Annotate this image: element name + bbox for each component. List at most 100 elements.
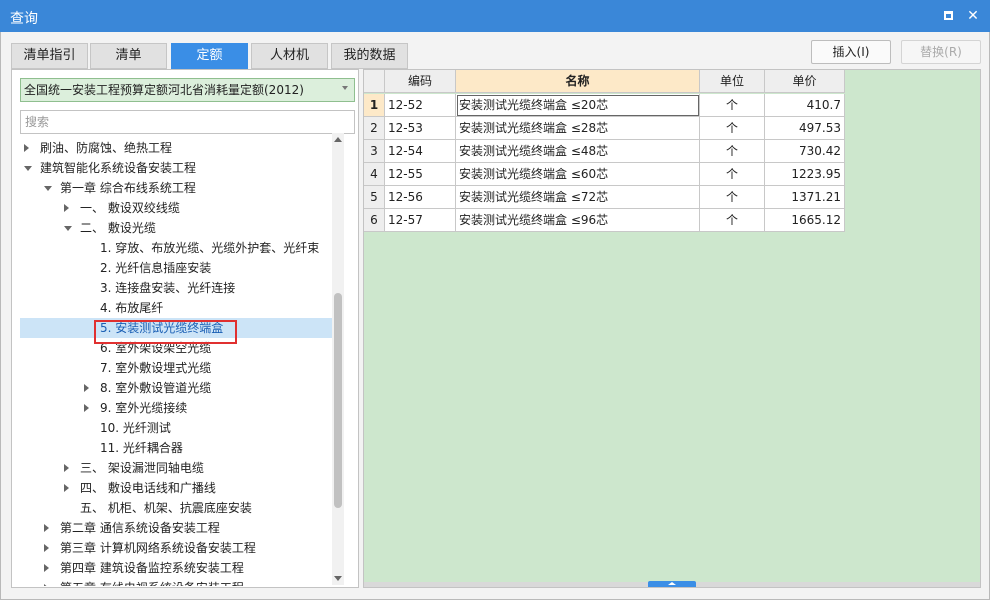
row-number[interactable]: 6 [364,209,385,232]
tree-node[interactable]: 一、 敷设双绞线缆 [20,198,342,218]
name-cell[interactable]: 安装测试光缆终端盒 ≤48芯 [456,140,700,163]
quota-tree: 刷油、防腐蚀、绝热工程建筑智能化系统设备安装工程 第一章 综合布线系统工程 一、 敷… [20,138,342,586]
search-input[interactable] [20,110,355,134]
unit-cell[interactable]: 个 [700,209,765,232]
unit-cell[interactable]: 个 [700,186,765,209]
name-cell[interactable]: 安装测试光缆终端盒 ≤28芯 [456,117,700,140]
code-cell[interactable]: 12-56 [385,186,456,209]
price-column-header[interactable]: 单价 [765,70,845,93]
unit-cell[interactable]: 个 [700,117,765,140]
name-cell[interactable]: 安装测试光缆终端盒 ≤72芯 [456,186,700,209]
row-number[interactable]: 4 [364,163,385,186]
tree-node[interactable]: 10. 光纤测试 [20,418,342,438]
collapsed-arrow-icon[interactable] [44,544,49,552]
name-cell[interactable]: 安装测试光缆终端盒 ≤96芯 [456,209,700,232]
unit-cell[interactable]: 个 [700,163,765,186]
price-cell[interactable]: 730.42 [765,140,845,163]
expanded-arrow-icon[interactable] [44,186,52,191]
tab-my-data[interactable]: 我的数据 [331,43,408,69]
tree-node[interactable]: 第二章 通信系统设备安装工程 [20,518,342,538]
tree-node[interactable]: 2. 光纤信息插座安装 [20,258,342,278]
price-cell[interactable]: 410.7 [765,94,845,117]
collapsed-arrow-icon[interactable] [44,584,49,586]
tab-bill-guide[interactable]: 清单指引 [11,43,88,69]
price-cell[interactable]: 497.53 [765,117,845,140]
insert-button[interactable]: 插入(I) [811,40,891,64]
tree-node-label: 2. 光纤信息插座安装 [100,261,212,275]
unit-column-header[interactable]: 单位 [700,70,765,93]
tree-node[interactable]: 二、 敷设光缆 [20,218,342,238]
code-cell[interactable]: 12-57 [385,209,456,232]
collapsed-arrow-icon[interactable] [44,524,49,532]
tree-node[interactable]: 7. 室外敷设埋式光缆 [20,358,342,378]
panel-splitter[interactable] [648,581,696,587]
code-column-header[interactable]: 编码 [385,70,456,93]
code-cell[interactable]: 12-54 [385,140,456,163]
tab-quota[interactable]: 定额 [171,43,248,69]
tree-node[interactable]: 刷油、防腐蚀、绝热工程 [20,138,342,158]
tree-node[interactable]: 第四章 建筑设备监控系统安装工程 [20,558,342,578]
collapsed-arrow-icon[interactable] [24,144,29,152]
tab-labor-material[interactable]: 人材机 [251,43,328,69]
code-cell[interactable]: 12-52 [385,94,456,117]
tab-bill[interactable]: 清单 [90,43,167,69]
library-select[interactable]: 全国统一安装工程预算定额河北省消耗量定额(2012) [20,78,355,102]
expanded-arrow-icon[interactable] [24,166,32,171]
tree-node[interactable]: 1. 穿放、布放光缆、光缆外护套、光纤束 [20,238,342,258]
tree-node[interactable]: 第五章 有线电视系统设备安装工程 [20,578,342,586]
tree-node[interactable]: 11. 光纤耦合器 [20,438,342,458]
collapsed-arrow-icon[interactable] [64,464,69,472]
tree-node-label: 7. 室外敷设埋式光缆 [100,361,212,375]
tree-node-label: 8. 室外敷设管道光缆 [100,381,212,395]
collapsed-arrow-icon[interactable] [44,564,49,572]
price-cell[interactable]: 1665.12 [765,209,845,232]
code-cell[interactable]: 12-55 [385,163,456,186]
tree-node[interactable]: 3. 连接盘安装、光纤连接 [20,278,342,298]
tree-node-label: 5. 安装测试光缆终端盒 [100,321,224,335]
tree-node[interactable]: 8. 室外敷设管道光缆 [20,378,342,398]
row-number[interactable]: 5 [364,186,385,209]
tree-node[interactable]: 五、 机柜、机架、抗震底座安装 [20,498,342,518]
tree-node[interactable]: 第一章 综合布线系统工程 [20,178,342,198]
unit-cell[interactable]: 个 [700,140,765,163]
tree-node[interactable]: 三、 架设漏泄同轴电缆 [20,458,342,478]
grid-corner[interactable] [364,70,385,93]
scroll-up-icon[interactable] [334,137,342,142]
tree-node-label: 刷油、防腐蚀、绝热工程 [40,141,173,155]
row-number[interactable]: 1 [364,94,385,117]
tree-panel: 全国统一安装工程预算定额河北省消耗量定额(2012) 刷油、防腐蚀、绝热工程建筑… [11,69,359,588]
tree-node-label: 6. 室外架设架空光缆 [100,341,212,355]
name-cell[interactable]: 安装测试光缆终端盒 ≤60芯 [456,163,700,186]
code-cell[interactable]: 12-53 [385,117,456,140]
row-number[interactable]: 3 [364,140,385,163]
title-bar: 查询 ✕ [0,0,990,32]
tree-node[interactable]: 建筑智能化系统设备安装工程 [20,158,342,178]
scroll-down-icon[interactable] [334,576,342,581]
price-cell[interactable]: 1223.95 [765,163,845,186]
tree-node[interactable]: 9. 室外光缆接续 [20,398,342,418]
close-icon[interactable]: ✕ [965,8,981,24]
tree-node-label: 11. 光纤耦合器 [100,441,183,455]
collapsed-arrow-icon[interactable] [64,204,69,212]
tree-node[interactable]: 4. 布放尾纤 [20,298,342,318]
tree-node[interactable]: 四、 敷设电话线和广播线 [20,478,342,498]
scrollbar-thumb[interactable] [334,293,342,508]
chevron-down-icon [342,86,348,90]
price-cell[interactable]: 1371.21 [765,186,845,209]
tree-node[interactable]: 5. 安装测试光缆终端盒 [20,318,342,338]
collapsed-arrow-icon[interactable] [64,484,69,492]
name-column-header[interactable]: 名称 [456,70,700,93]
collapsed-arrow-icon[interactable] [84,384,89,392]
window-title: 查询 [10,11,38,27]
row-number[interactable]: 2 [364,117,385,140]
tree-node[interactable]: 6. 室外架设架空光缆 [20,338,342,358]
tree-node-label: 二、 敷设光缆 [80,221,156,235]
maximize-icon[interactable] [940,8,956,24]
unit-cell[interactable]: 个 [700,94,765,117]
tree-scrollbar[interactable] [332,133,344,585]
collapsed-arrow-icon[interactable] [84,404,89,412]
name-cell[interactable]: 安装测试光缆终端盒 ≤20芯 [456,94,700,117]
expanded-arrow-icon[interactable] [64,226,72,231]
tree-node[interactable]: 第三章 计算机网络系统设备安装工程 [20,538,342,558]
replace-button[interactable]: 替换(R) [901,40,981,64]
